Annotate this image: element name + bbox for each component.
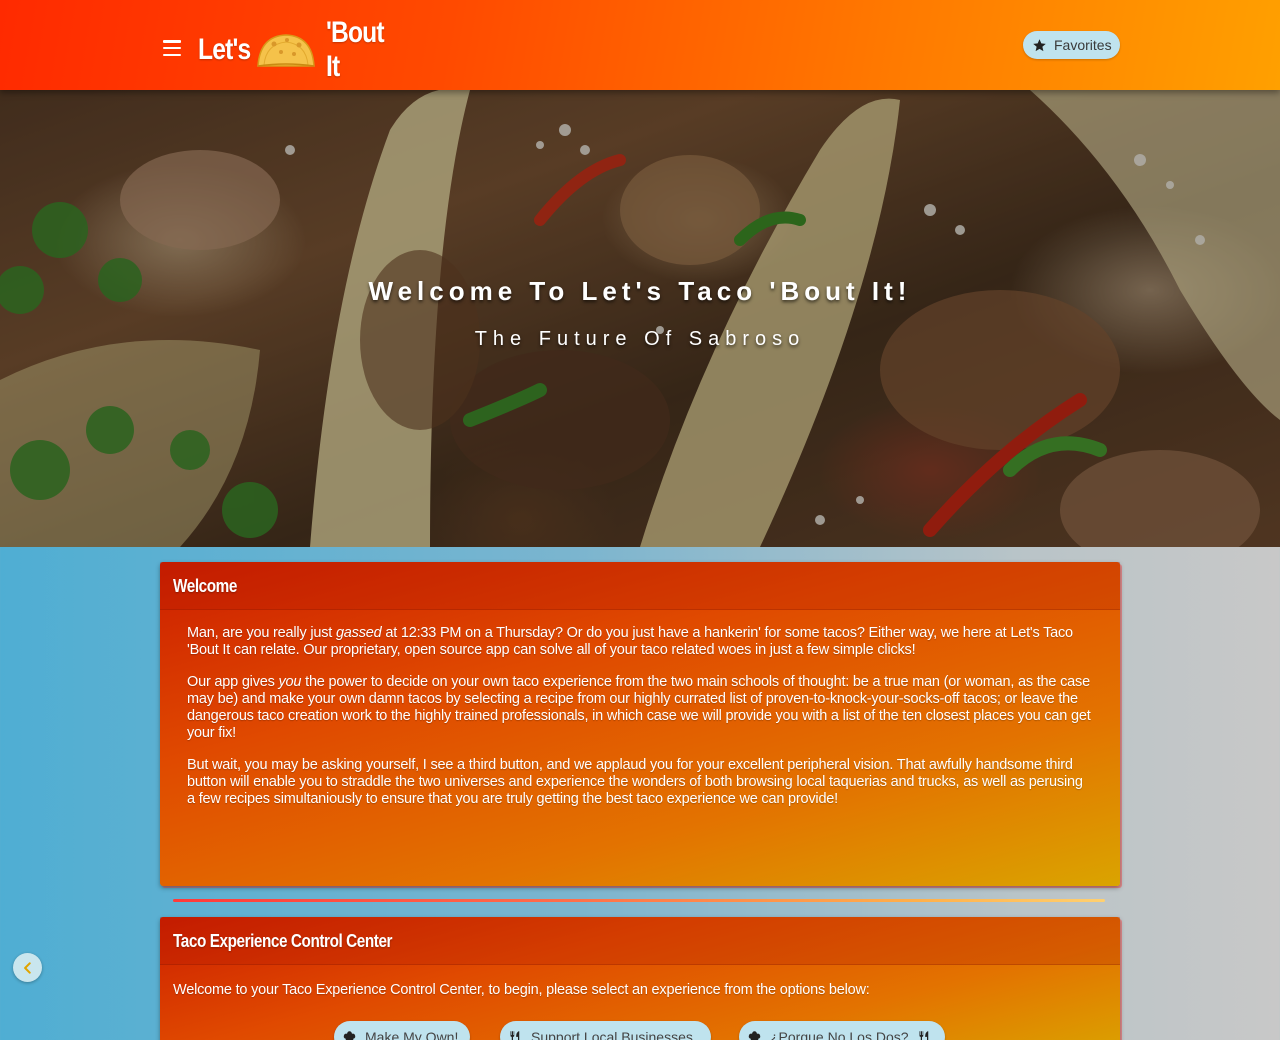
chevron-left-icon bbox=[23, 961, 31, 974]
favorites-label: Favorites bbox=[1054, 37, 1112, 53]
make-my-own-button[interactable]: Make My Own! bbox=[334, 1021, 470, 1040]
chef-hat-icon bbox=[343, 1030, 356, 1040]
control-center-card: Taco Experience Control Center Welcome t… bbox=[160, 917, 1120, 1040]
welcome-paragraph-1: Man, are you really just gassed at 12:33… bbox=[187, 625, 1073, 658]
utensils-icon bbox=[919, 1030, 928, 1040]
hero-overlay bbox=[0, 90, 1280, 547]
back-arrow-button[interactable] bbox=[13, 953, 42, 982]
taco-icon bbox=[257, 34, 315, 67]
welcome-card: Welcome Man, are you really just gassed … bbox=[160, 562, 1120, 886]
brand-right-text: 'Bout It bbox=[326, 16, 385, 83]
star-icon bbox=[1033, 38, 1046, 51]
control-center-title: Taco Experience Control Center bbox=[173, 931, 393, 951]
navbar: Let's 'Bout It Favorites bbox=[0, 0, 1280, 90]
porque-no-los-dos-button[interactable]: ¿Porque No Los Dos? bbox=[739, 1021, 945, 1040]
hamburger-icon[interactable] bbox=[163, 40, 181, 56]
favorites-button[interactable]: Favorites bbox=[1023, 31, 1120, 59]
welcome-paragraph-3: But wait, you may be asking yourself, I … bbox=[187, 757, 1083, 807]
welcome-card-body: Man, are you really just gassed at 12:33… bbox=[160, 610, 1120, 808]
utensils-icon bbox=[510, 1030, 520, 1040]
welcome-paragraph-2: Our app gives you the power to decide on… bbox=[187, 674, 1091, 741]
control-center-body: Welcome to your Taco Experience Control … bbox=[160, 965, 1120, 999]
control-center-intro: Welcome to your Taco Experience Control … bbox=[173, 982, 870, 998]
welcome-card-header: Welcome bbox=[160, 562, 1120, 610]
welcome-card-title: Welcome bbox=[173, 576, 237, 596]
hero-subtitle: The Future Of Sabroso bbox=[474, 328, 806, 350]
hero-title: Welcome To Let's Taco 'Bout It! bbox=[368, 276, 912, 306]
chef-hat-icon bbox=[748, 1030, 761, 1040]
make-my-own-label: Make My Own! bbox=[365, 1029, 459, 1040]
porque-no-los-dos-label: ¿Porque No Los Dos? bbox=[770, 1029, 909, 1040]
brand[interactable]: Let's 'Bout It bbox=[198, 16, 408, 83]
support-local-label: Support Local Businesses bbox=[531, 1029, 693, 1040]
section-divider bbox=[173, 899, 1105, 902]
brand-left-text: Let's bbox=[198, 33, 251, 66]
hero-banner: Welcome To Let's Taco 'Bout It! The Futu… bbox=[0, 90, 1280, 547]
support-local-button[interactable]: Support Local Businesses bbox=[500, 1021, 711, 1040]
control-center-header: Taco Experience Control Center bbox=[160, 917, 1120, 965]
experience-buttons: Make My Own! Support Local Businesses ¿P… bbox=[160, 1021, 1120, 1040]
